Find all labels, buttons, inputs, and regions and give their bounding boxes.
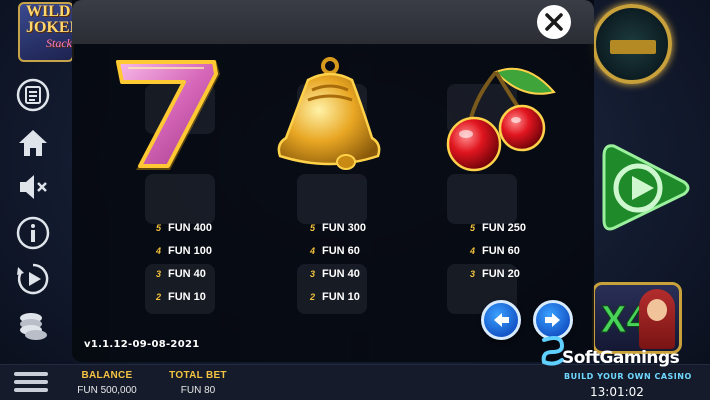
balance-display: BALANCE FUN 500,000 (76, 370, 138, 396)
bet-button[interactable] (14, 306, 52, 344)
game-logo: WILD JOKER Stacks (18, 2, 74, 62)
info-icon (16, 216, 50, 250)
symbol-count: 5 (470, 222, 476, 233)
autoplay-button[interactable] (14, 260, 52, 298)
symbol-count: 2 (310, 291, 316, 302)
paytable-column-bell: 5 FUN 300 4 FUN 60 3 FUN 40 2 FUN 10 (310, 216, 410, 308)
paytable-button[interactable] (14, 76, 52, 114)
pay-row: 4 FUN 60 (470, 239, 570, 262)
payout-amount: FUN 250 (482, 221, 527, 234)
play-icon (602, 144, 690, 231)
bonus-indicator (592, 4, 672, 84)
sound-off-icon (20, 175, 47, 199)
symbol-count: 5 (156, 222, 162, 233)
prev-page-button[interactable] (481, 300, 521, 340)
pay-row: 2 FUN 10 (310, 285, 410, 308)
seven-symbol (108, 52, 228, 178)
overlay-header (72, 0, 594, 44)
logo-line: JOKER (26, 19, 72, 36)
logo-line: Stacks (46, 36, 74, 50)
pay-row: 2 FUN 10 (156, 285, 256, 308)
payout-amount: FUN 40 (322, 267, 360, 280)
right-panel: X4 (590, 0, 710, 365)
logo-line: WILD (26, 3, 71, 20)
total-bet-label: TOTAL BET (169, 370, 227, 381)
pay-row: 5 FUN 250 (470, 216, 570, 239)
symbol-count: 5 (310, 222, 316, 233)
hamburger-icon (14, 372, 48, 376)
payout-amount: FUN 40 (168, 267, 206, 280)
payout-amount: FUN 60 (322, 244, 360, 257)
version-label: v1.1.12-09-08-2021 (84, 339, 200, 350)
pay-row: 3 FUN 20 (470, 262, 570, 285)
autoplay-icon (17, 263, 49, 295)
clock: 13:01:02 (590, 385, 644, 399)
balance-label: BALANCE (81, 370, 133, 381)
symbol-count: 4 (310, 245, 316, 256)
close-icon (545, 13, 563, 31)
symbol-count: 2 (156, 291, 162, 302)
close-button[interactable] (537, 5, 571, 39)
arrow-right-icon (545, 313, 560, 327)
symbol-count: 3 (470, 268, 476, 279)
spin-button[interactable] (594, 138, 694, 238)
menu-button[interactable] (12, 368, 50, 398)
home-icon (19, 130, 47, 156)
symbol-count: 4 (156, 245, 162, 256)
payout-amount: FUN 100 (168, 244, 213, 257)
pay-row: 3 FUN 40 (156, 262, 256, 285)
symbol-count: 3 (310, 268, 316, 279)
arrow-left-icon (494, 313, 509, 327)
paytable-overlay: 5 FUN 400 4 FUN 100 3 FUN 40 2 FUN 10 5 FUN 3… (72, 0, 594, 362)
paytable-icon (16, 78, 50, 112)
payout-amount: FUN 10 (322, 290, 360, 303)
payout-amount: FUN 300 (322, 221, 367, 234)
payout-amount: FUN 10 (168, 290, 206, 303)
pay-row: 5 FUN 400 (156, 216, 256, 239)
pay-row: 4 FUN 100 (156, 239, 256, 262)
pay-row: 3 FUN 40 (310, 262, 410, 285)
pay-row: 5 FUN 300 (310, 216, 410, 239)
paytable-column-cherry: 5 FUN 250 4 FUN 60 3 FUN 20 (470, 216, 570, 285)
info-button[interactable] (14, 214, 52, 252)
paytable-column-seven: 5 FUN 400 4 FUN 100 3 FUN 40 2 FUN 10 (156, 216, 256, 308)
payout-amount: FUN 400 (168, 221, 213, 234)
brand-tagline: BUILD YOUR OWN CASINO (564, 372, 692, 381)
total-bet-value: FUN 80 (180, 385, 216, 396)
total-bet-display: TOTAL BET FUN 80 (168, 370, 228, 396)
payout-amount: FUN 20 (482, 267, 520, 280)
cherry-symbol (436, 52, 556, 178)
softgamings-watermark: SoftGamings BUILD YOUR OWN CASINO (540, 334, 700, 384)
pay-row: 4 FUN 60 (310, 239, 410, 262)
symbol-count: 4 (470, 245, 476, 256)
balance-value: FUN 500,000 (77, 385, 137, 396)
left-toolbar: WILD JOKER Stacks (0, 0, 74, 365)
payout-amount: FUN 60 (482, 244, 520, 257)
home-button[interactable] (14, 124, 52, 162)
symbol-count: 3 (156, 268, 162, 279)
sound-button[interactable] (14, 168, 52, 206)
brand-name: SoftGamings (562, 348, 680, 368)
bell-symbol (268, 52, 388, 178)
coins-icon (20, 313, 47, 340)
